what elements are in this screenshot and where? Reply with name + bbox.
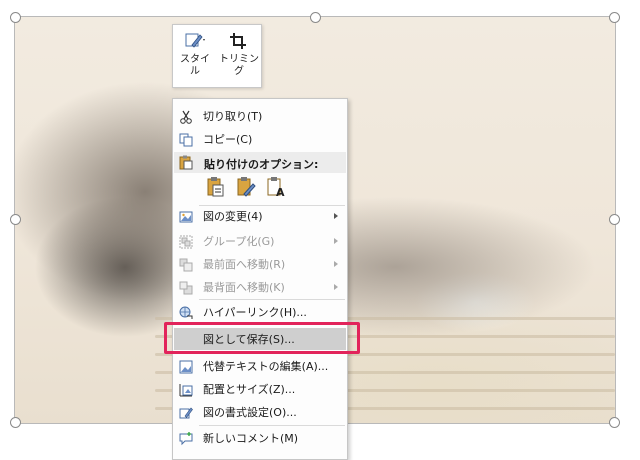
format-picture-icon — [179, 405, 193, 419]
context-menu: 切り取り(T) コピー(C) 貼り付けのオプション: A 図の変更(4) グルー… — [172, 98, 348, 460]
menu-item-label: 新しいコメント(M) — [203, 432, 299, 445]
menu-item-label: 図の書式設定(O)... — [203, 406, 297, 419]
menu-item-change-picture[interactable]: 図の変更(4) — [173, 205, 347, 227]
paste-picture-icon[interactable] — [235, 176, 257, 198]
menu-item-label: ハイパーリンク(H)... — [203, 306, 307, 319]
menu-separator — [199, 299, 345, 300]
paste-keep-format-icon[interactable] — [205, 176, 227, 198]
menu-item-hyperlink[interactable]: ハイパーリンク(H)... — [173, 301, 347, 323]
resize-handle-top[interactable] — [310, 12, 321, 23]
menu-item-group[interactable]: グループ化(G) — [173, 230, 347, 252]
crop-icon — [228, 31, 250, 51]
scissors-icon — [179, 109, 193, 124]
menu-item-size-position[interactable]: 配置とサイズ(Z)... — [173, 378, 347, 400]
menu-item-edit-alt-text[interactable]: 代替テキストの編集(A)... — [173, 355, 347, 377]
svg-text:A: A — [276, 186, 285, 198]
resize-handle-bottom-left[interactable] — [10, 417, 21, 428]
style-button[interactable]: スタイル — [173, 25, 217, 87]
crop-button[interactable]: トリミング — [217, 25, 261, 87]
paste-options-label: 貼り付けのオプション: — [204, 158, 319, 171]
menu-item-bring-front[interactable]: 最前面へ移動(R) — [173, 253, 347, 275]
menu-item-send-back[interactable]: 最背面へ移動(K) — [173, 276, 347, 298]
mini-toolbar: スタイル トリミング — [172, 24, 262, 88]
new-comment-icon — [179, 431, 193, 446]
highlight-outline — [164, 322, 360, 354]
menu-item-label: グループ化(G) — [203, 235, 275, 248]
paste-icon — [179, 155, 193, 170]
menu-item-label: 図の変更(4) — [203, 210, 263, 223]
crop-label: トリミング — [219, 54, 259, 77]
menu-item-label: 切り取り(T) — [203, 110, 263, 123]
menu-item-label: 配置とサイズ(Z)... — [203, 383, 296, 396]
menu-item-label: 最背面へ移動(K) — [203, 281, 285, 294]
group-icon — [179, 234, 193, 249]
hyperlink-icon — [179, 305, 193, 319]
menu-item-format-picture[interactable]: 図の書式設定(O)... — [173, 401, 347, 423]
style-label: スタイル — [180, 54, 210, 77]
menu-separator — [199, 425, 345, 426]
menu-item-cut[interactable]: 切り取り(T) — [173, 105, 347, 127]
paste-options-row: A — [205, 176, 287, 199]
change-picture-icon — [179, 209, 193, 223]
resize-handle-top-right[interactable] — [609, 12, 620, 23]
submenu-arrow-icon — [334, 238, 338, 244]
resize-handle-right[interactable] — [609, 214, 620, 225]
alt-text-icon — [179, 359, 193, 374]
submenu-arrow-icon — [334, 261, 338, 267]
resize-handle-bottom-right[interactable] — [609, 417, 620, 428]
style-pen-icon — [184, 31, 206, 51]
resize-handle-top-left[interactable] — [10, 12, 21, 23]
paste-text-only-icon[interactable]: A — [265, 176, 287, 199]
menu-item-label: 最前面へ移動(R) — [203, 258, 286, 271]
resize-handle-left[interactable] — [10, 214, 21, 225]
paste-options-header: 貼り付けのオプション: — [174, 152, 346, 173]
menu-item-new-comment[interactable]: 新しいコメント(M) — [173, 427, 347, 449]
copy-icon — [179, 132, 193, 147]
menu-item-label: コピー(C) — [203, 133, 253, 146]
size-position-icon — [179, 382, 193, 397]
bring-front-icon — [179, 257, 193, 272]
send-back-icon — [179, 280, 193, 295]
menu-item-copy[interactable]: コピー(C) — [173, 128, 347, 150]
submenu-arrow-icon — [334, 284, 338, 290]
submenu-arrow-icon — [334, 213, 338, 219]
menu-item-label: 代替テキストの編集(A)... — [203, 360, 329, 373]
